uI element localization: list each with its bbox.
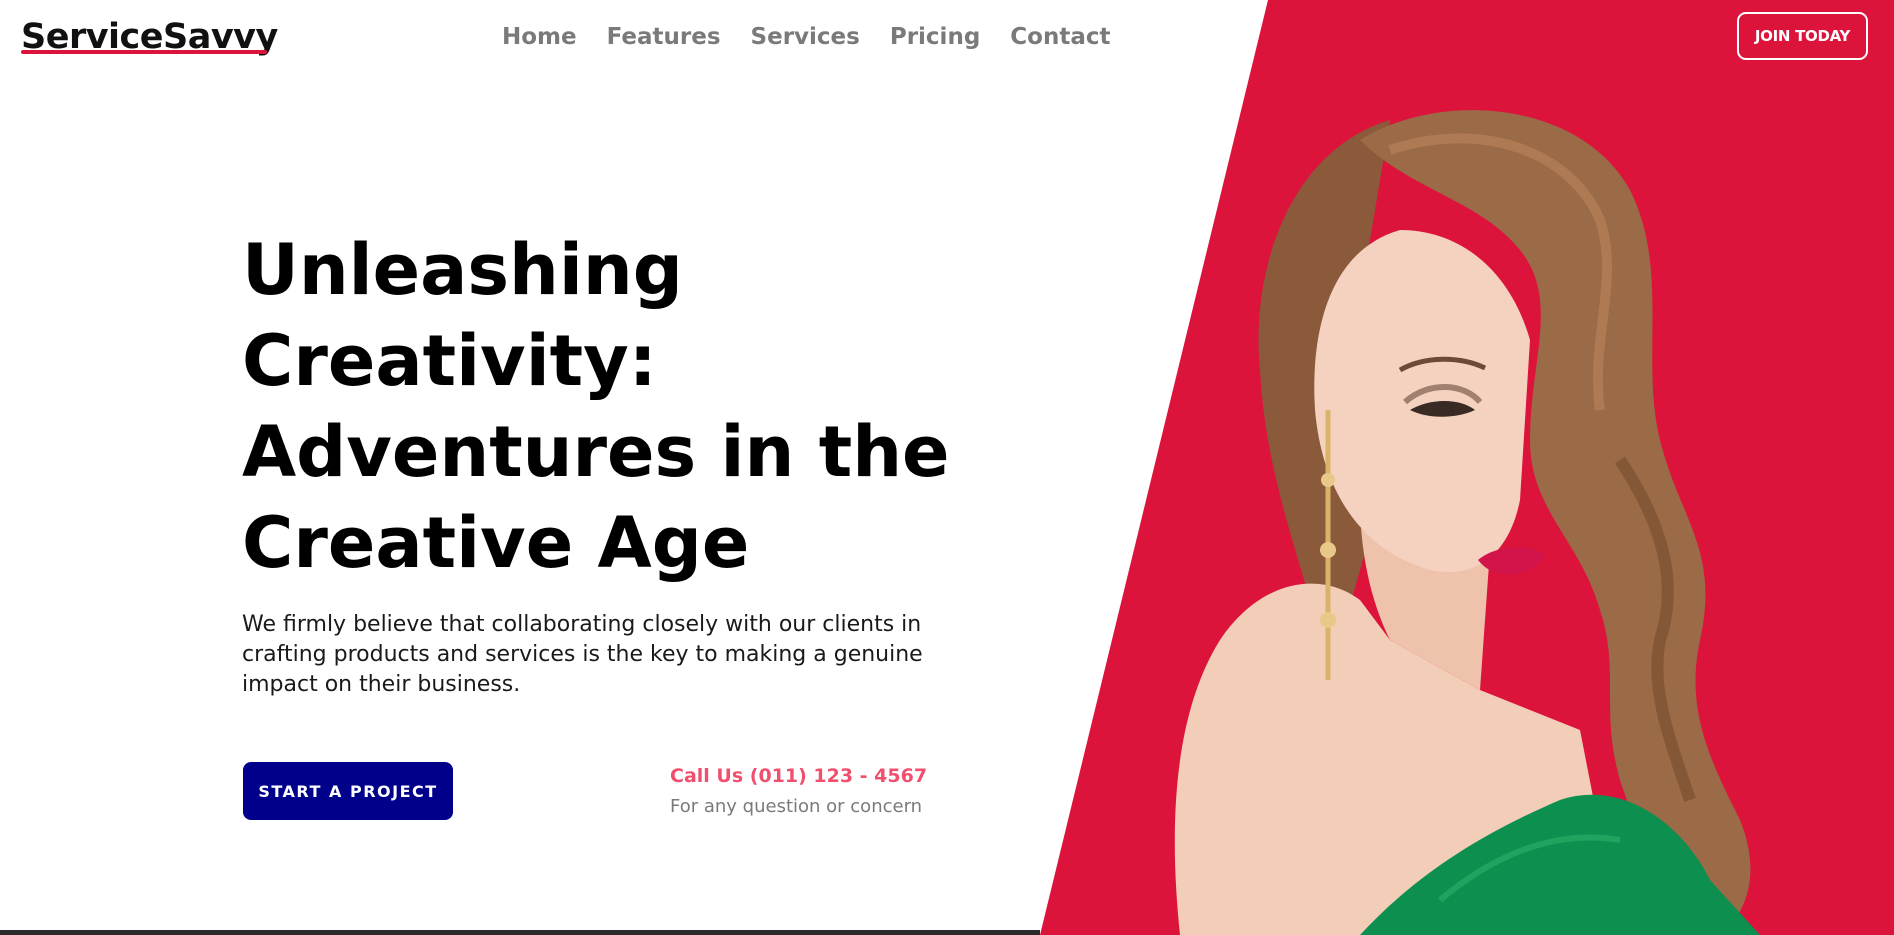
nav-pricing[interactable]: Pricing	[890, 21, 980, 53]
nav-services[interactable]: Services	[751, 21, 860, 53]
main-nav: Home Features Services Pricing Contact	[502, 21, 1141, 53]
headline-line: Adventures in the	[242, 411, 950, 493]
nav-home[interactable]: Home	[502, 21, 577, 53]
call-us-subtext: For any question or concern	[670, 796, 923, 817]
bottom-divider	[0, 930, 1040, 935]
description-line: impact on their business.	[242, 672, 521, 697]
hero-description: We firmly believe that collaborating clo…	[242, 610, 942, 700]
hero-headline: Unleashing Creativity: Adventures in the…	[242, 225, 950, 589]
hero-portrait-image	[1174, 110, 1760, 935]
headline-line: Creative Age	[242, 502, 750, 584]
description-line: crafting products and services is the ke…	[242, 642, 923, 667]
headline-line: Unleashing	[242, 229, 683, 311]
description-line: We firmly believe that collaborating clo…	[242, 612, 922, 637]
logo-underline	[21, 50, 267, 54]
nav-features[interactable]: Features	[607, 21, 721, 53]
call-us-link[interactable]: Call Us (011) 123 - 4567	[670, 763, 927, 789]
start-project-button[interactable]: START A PROJECT	[243, 762, 453, 820]
join-today-button[interactable]: JOIN TODAY	[1737, 12, 1868, 60]
nav-contact[interactable]: Contact	[1010, 21, 1110, 53]
headline-line: Creativity:	[242, 320, 657, 402]
